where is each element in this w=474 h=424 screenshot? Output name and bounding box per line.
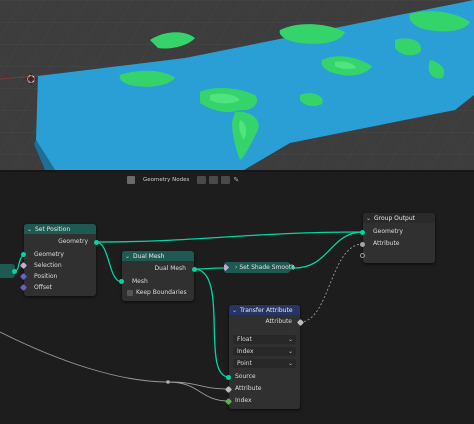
group-input-geometry-socket[interactable] xyxy=(12,269,17,274)
dual-mesh-output: Dual Mesh xyxy=(154,265,186,272)
set-position-output-geometry: Geometry xyxy=(58,238,88,245)
set-position-input-position: Position xyxy=(34,273,58,280)
data-type-value: Float xyxy=(237,336,252,343)
3d-viewport[interactable] xyxy=(0,0,474,170)
chevron-down-icon: ⌄ xyxy=(287,336,293,343)
set-position-input-selection: Selection xyxy=(34,262,62,269)
transfer-attribute-header[interactable]: ⌄ Transfer Attribute xyxy=(229,305,300,315)
set-position-output-geometry-socket[interactable] xyxy=(94,240,99,245)
group-output-input-attribute: Attribute xyxy=(373,240,400,247)
set-position-input-geometry: Geometry xyxy=(34,251,64,258)
set-position-header[interactable]: ⌄ Set Position xyxy=(24,224,96,234)
mapping-value: Index xyxy=(237,348,254,355)
collapse-chevron-icon[interactable]: ⌄ xyxy=(125,253,130,260)
collapse-chevron-icon[interactable]: ⌄ xyxy=(27,226,32,233)
transfer-attribute-source-socket[interactable] xyxy=(226,375,231,380)
collapse-chevron-icon[interactable]: ⌄ xyxy=(366,215,371,222)
reroute-dot xyxy=(166,380,170,384)
transfer-attribute-node[interactable]: ⌄ Transfer Attribute Attribute Float ⌄ I… xyxy=(224,305,305,409)
set-position-node[interactable]: ⌄ Set Position Geometry Geometry Selecti… xyxy=(19,224,99,296)
domain-value: Point xyxy=(237,360,252,367)
transfer-attribute-input-attribute: Attribute xyxy=(235,385,262,392)
viewport-scene xyxy=(0,0,474,170)
group-output-geometry-socket[interactable] xyxy=(360,230,365,235)
transfer-attribute-input-source: Source xyxy=(235,373,256,380)
chevron-down-icon: ⌄ xyxy=(287,360,293,367)
dual-mesh-title: Dual Mesh xyxy=(133,252,165,260)
set-shade-smooth-title: › Set Shade Smooth xyxy=(235,264,295,271)
dual-mesh-node[interactable]: ⌄ Dual Mesh Dual Mesh Mesh Keep Boundari… xyxy=(119,251,197,301)
group-output-empty-socket[interactable] xyxy=(360,253,365,258)
collapse-chevron-icon[interactable]: ⌄ xyxy=(232,307,237,314)
chevron-down-icon: ⌄ xyxy=(287,348,293,355)
group-output-attribute-socket[interactable] xyxy=(360,242,365,247)
group-output-input-geometry: Geometry xyxy=(373,228,403,235)
set-position-title: Set Position xyxy=(35,225,71,233)
dual-mesh-output-socket[interactable] xyxy=(192,267,197,272)
group-output-header[interactable]: ⌄ Group Output xyxy=(363,213,435,223)
transfer-attribute-output: Attribute xyxy=(265,318,293,325)
set-position-input-geometry-socket[interactable] xyxy=(21,252,26,257)
group-output-title: Group Output xyxy=(374,214,416,222)
transfer-attribute-input-index: Index xyxy=(235,397,252,404)
data-type-dropdown[interactable]: Float ⌄ xyxy=(233,335,296,344)
transfer-attribute-title: Transfer Attribute xyxy=(240,306,293,314)
set-position-input-offset: Offset xyxy=(34,284,53,291)
dual-mesh-input-mesh: Mesh xyxy=(132,278,148,285)
dual-mesh-input-mesh-socket[interactable] xyxy=(119,279,124,284)
mapping-dropdown[interactable]: Index ⌄ xyxy=(233,347,296,356)
domain-dropdown[interactable]: Point ⌄ xyxy=(233,359,296,368)
group-input-node-edge[interactable] xyxy=(0,264,17,278)
group-output-node[interactable]: ⌄ Group Output Geometry Attribute xyxy=(360,213,435,263)
dual-mesh-header[interactable]: ⌄ Dual Mesh xyxy=(122,251,194,261)
keep-boundaries-label: Keep Boundaries xyxy=(136,289,187,296)
node-editor[interactable]: Geometry Nodes ✎ ⌄ Set Position Geometry… xyxy=(0,172,474,424)
